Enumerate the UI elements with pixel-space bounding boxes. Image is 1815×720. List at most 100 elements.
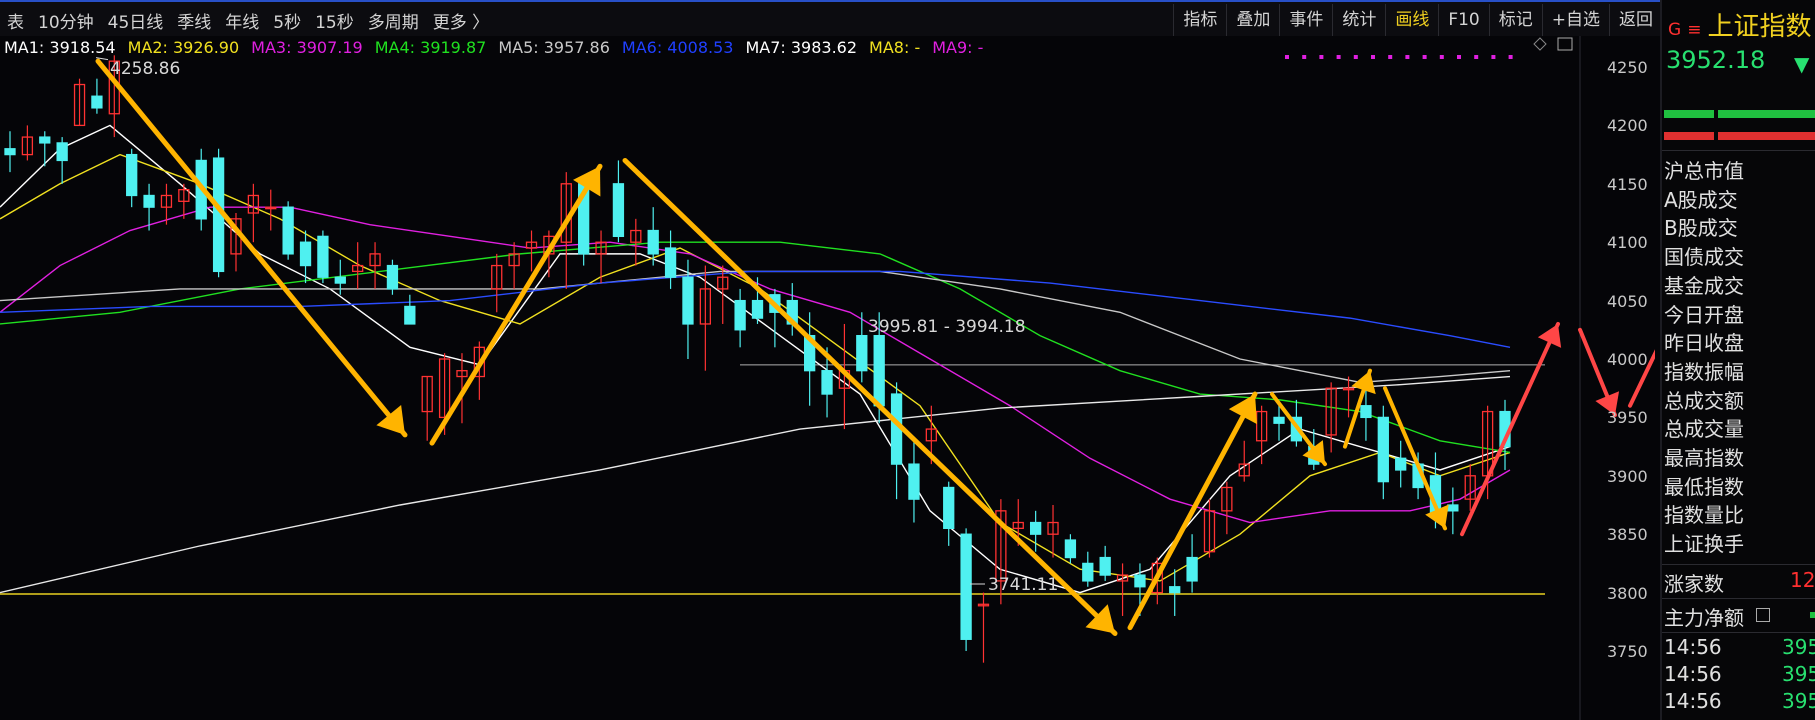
price-tick-label: 4250 [1607, 58, 1648, 77]
top-toolbar: 表 10分钟 45日线 季线 年线 5秒 15秒 多周期 更多 〉 指标 叠加 事件 统计 画线 F10 标… [0, 0, 1815, 36]
candle-body [386, 264, 399, 290]
breadth-bar [1664, 132, 1714, 140]
candle-body [873, 334, 885, 407]
candle-body [126, 153, 138, 197]
marker-dot [1319, 55, 1324, 59]
breadth-bar [1664, 110, 1714, 118]
quote-field-label: 沪总市值 [1664, 159, 1744, 183]
quote-field-label: 国债成交 [1664, 245, 1744, 270]
tick-value: 395 [1782, 662, 1815, 686]
period-tab[interactable]: 年线 [218, 8, 266, 33]
index-price: 3952.18 [1666, 46, 1766, 74]
up-count-value: 12 [1790, 568, 1815, 592]
tick-value: 395 [1782, 635, 1815, 659]
divider [1662, 564, 1815, 565]
candle-body [404, 305, 416, 325]
candle-body [1134, 574, 1146, 588]
candle-body [1360, 405, 1372, 419]
candle-body [751, 299, 764, 319]
candle-body [282, 206, 294, 255]
candle-body [943, 486, 955, 530]
candle-body [334, 276, 346, 284]
quote-field-label: 基金成交 [1664, 273, 1744, 298]
quote-field-label: A股成交 [1664, 187, 1738, 212]
flow-detail-icon[interactable] [1756, 608, 1770, 622]
candle-body [1377, 416, 1389, 483]
candle-body [56, 142, 68, 162]
period-tab[interactable]: 更多 〉 [426, 8, 496, 33]
trend-arrow [429, 163, 603, 446]
quote-panel: G ≡ 上证指数 3952.18 ▼ 沪总市值 A股成交 B股成交 国债成交 基金成交 今日开… [1660, 0, 1815, 720]
price-tick-label: 4200 [1607, 116, 1648, 136]
marker-dot [1388, 55, 1393, 59]
tool-button[interactable]: 指标 [1173, 4, 1226, 36]
divider [1662, 150, 1815, 151]
price-tick-label: 4050 [1607, 291, 1648, 311]
period-tab[interactable]: 多周期 [361, 8, 426, 33]
quote-field-label: 昨日收盘 [1664, 331, 1744, 356]
marker-dot [1508, 55, 1513, 59]
period-tab[interactable]: 5秒 [266, 8, 308, 33]
candle-body [143, 194, 155, 208]
candle-body [4, 148, 16, 156]
breadth-bar [1718, 110, 1815, 118]
candle-body [1186, 556, 1198, 582]
candle-body [1064, 539, 1077, 559]
divider [1662, 632, 1815, 633]
period-tab[interactable]: 表 [0, 8, 31, 33]
candle-body [647, 229, 659, 255]
tool-button[interactable]: 返回 [1609, 4, 1662, 36]
index-title: 上证指数 [1707, 12, 1812, 42]
trend-arrow [622, 157, 1118, 636]
candle-body [664, 247, 677, 278]
marker-dot [1439, 55, 1444, 59]
candle-body [734, 299, 746, 331]
g-mark[interactable]: G [1668, 20, 1681, 40]
diamond-icon [1533, 37, 1547, 51]
tool-button[interactable]: 事件 [1279, 4, 1332, 36]
tool-button[interactable]: 标记 [1488, 4, 1542, 36]
quote-field-label: 指数量比 [1664, 503, 1744, 528]
tool-button[interactable]: 叠加 [1226, 4, 1279, 36]
marker-dot [1371, 55, 1375, 59]
quote-field-label: 最高指数 [1664, 446, 1744, 470]
tool-button[interactable]: 画线 [1385, 4, 1438, 36]
tick-time: 14:56 [1664, 662, 1722, 686]
trend-arrow [1127, 391, 1258, 631]
main-flow-label: 主力净额 [1664, 606, 1744, 630]
candle-body [299, 241, 312, 267]
candle-body [1029, 521, 1042, 535]
quote-field-label: 上证换手 [1664, 532, 1744, 557]
candle-body [1273, 416, 1285, 424]
period-tab[interactable]: 15秒 [308, 8, 361, 33]
low-price-label: 3741.11 [988, 575, 1058, 595]
candle-body [612, 183, 625, 238]
price-tick-label: 3750 [1607, 642, 1648, 661]
candle-body [856, 334, 868, 372]
price-down-icon: ▼ [1794, 52, 1810, 76]
candle-body [1099, 556, 1111, 576]
marker-dot [1285, 55, 1289, 59]
candle-body [960, 533, 972, 640]
tick-time: 14:56 [1664, 635, 1722, 659]
period-tab[interactable]: 45日线 [101, 8, 171, 33]
level-price-label: 3995.81 - 3994.18 [868, 317, 1026, 337]
layout-icon [1557, 37, 1573, 51]
period-tab[interactable]: 季线 [170, 8, 218, 33]
period-tab[interactable]: 10分钟 [31, 8, 101, 33]
breadth-bar [1718, 132, 1815, 140]
trend-arrow [95, 58, 408, 438]
flow-bar [1810, 612, 1815, 618]
candle-body [1169, 586, 1181, 594]
kline-chart[interactable]: 4258.86 3741.11 3995.81 - 3994.18 [0, 36, 1655, 720]
price-tick-label: 4150 [1607, 174, 1648, 194]
quote-field-label: 最低指数 [1664, 474, 1744, 499]
tool-button[interactable]: F10 [1438, 4, 1488, 36]
tool-button[interactable]: +自选 [1541, 4, 1609, 36]
tool-button[interactable]: 统计 [1332, 4, 1385, 36]
quote-field-label: 总成交额 [1664, 388, 1744, 413]
candle-body [1395, 457, 1407, 471]
candle-body [908, 463, 920, 500]
price-tick-label: 3800 [1607, 583, 1648, 603]
menu-icon[interactable]: ≡ [1687, 20, 1701, 40]
